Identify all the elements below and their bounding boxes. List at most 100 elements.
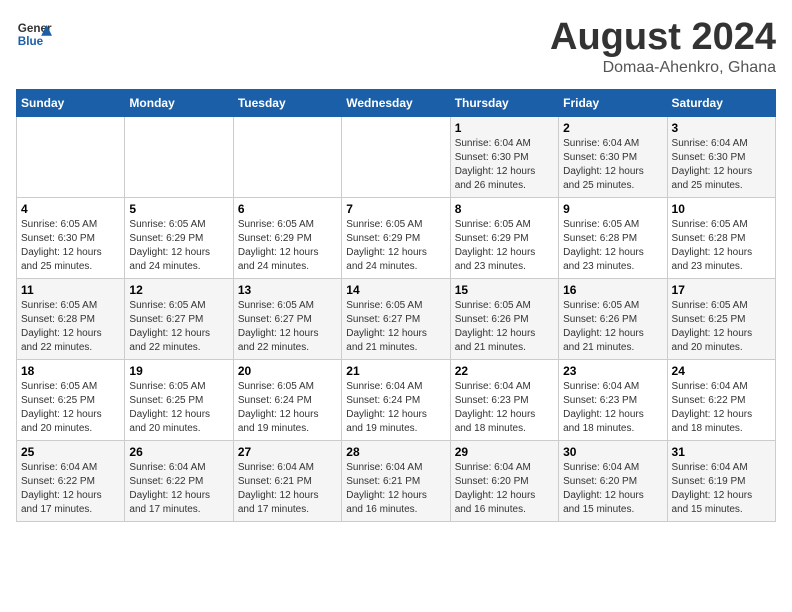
calendar-table: SundayMondayTuesdayWednesdayThursdayFrid…: [16, 89, 776, 522]
calendar-cell: 8 Sunrise: 6:05 AMSunset: 6:29 PMDaylight…: [450, 198, 558, 279]
day-number: 29: [455, 445, 554, 459]
calendar-cell: 13 Sunrise: 6:05 AMSunset: 6:27 PMDayligh…: [233, 279, 341, 360]
weekday-header-sunday: Sunday: [17, 90, 125, 117]
day-number: 12: [129, 283, 228, 297]
calendar-cell: 31 Sunrise: 6:04 AMSunset: 6:19 PMDayligh…: [667, 441, 775, 522]
day-info: Sunrise: 6:04 AMSunset: 6:30 PMDaylight:…: [672, 137, 771, 193]
location-title: Domaa-Ahenkro, Ghana: [550, 59, 776, 77]
day-number: 28: [346, 445, 445, 459]
calendar-cell: 2Sunrise: 6:04 AMSunset: 6:30 PMDaylight…: [559, 117, 667, 198]
calendar-cell: 26Sunrise: 6:04 AMSunset: 6:22 PMDayligh…: [125, 441, 233, 522]
calendar-cell: 18 Sunrise: 6:05 AMSunset: 6:25 PMDayligh…: [17, 360, 125, 441]
week-row-3: 11 Sunrise: 6:05 AMSunset: 6:28 PMDayligh…: [17, 279, 776, 360]
calendar-cell: 9 Sunrise: 6:05 AMSunset: 6:28 PMDaylight…: [559, 198, 667, 279]
calendar-cell: 22 Sunrise: 6:04 AMSunset: 6:23 PMDayligh…: [450, 360, 558, 441]
title-block: August 2024 Domaa-Ahenkro, Ghana: [550, 16, 776, 77]
day-number: 18: [21, 364, 120, 378]
day-info: Sunrise: 6:05 AMSunset: 6:29 PMDaylight:…: [346, 218, 445, 274]
calendar-cell: 27 Sunrise: 6:04 AMSunset: 6:21 PMDayligh…: [233, 441, 341, 522]
weekday-header-wednesday: Wednesday: [342, 90, 450, 117]
week-row-2: 4 Sunrise: 6:05 AMSunset: 6:30 PMDaylight…: [17, 198, 776, 279]
calendar-cell: 28Sunrise: 6:04 AMSunset: 6:21 PMDayligh…: [342, 441, 450, 522]
calendar-cell: [17, 117, 125, 198]
calendar-cell: 7 Sunrise: 6:05 AMSunset: 6:29 PMDaylight…: [342, 198, 450, 279]
day-info: Sunrise: 6:05 AMSunset: 6:30 PMDaylight:…: [21, 218, 120, 274]
day-info: Sunrise: 6:05 AMSunset: 6:28 PMDaylight:…: [563, 218, 662, 274]
day-info: Sunrise: 6:04 AMSunset: 6:20 PMDaylight:…: [563, 461, 662, 517]
day-info: Sunrise: 6:05 AMSunset: 6:28 PMDaylight:…: [21, 299, 120, 355]
calendar-cell: 3 Sunrise: 6:04 AMSunset: 6:30 PMDaylight…: [667, 117, 775, 198]
day-info: Sunrise: 6:05 AMSunset: 6:27 PMDaylight:…: [238, 299, 337, 355]
day-number: 22: [455, 364, 554, 378]
calendar-cell: 25Sunrise: 6:04 AMSunset: 6:22 PMDayligh…: [17, 441, 125, 522]
calendar-cell: 1 Sunrise: 6:04 AMSunset: 6:30 PMDaylight…: [450, 117, 558, 198]
day-info: Sunrise: 6:05 AMSunset: 6:29 PMDaylight:…: [238, 218, 337, 274]
day-info: Sunrise: 6:05 AMSunset: 6:27 PMDaylight:…: [346, 299, 445, 355]
weekday-header-tuesday: Tuesday: [233, 90, 341, 117]
calendar-cell: 16Sunrise: 6:05 AMSunset: 6:26 PMDayligh…: [559, 279, 667, 360]
day-info: Sunrise: 6:04 AMSunset: 6:21 PMDaylight:…: [238, 461, 337, 517]
day-info: Sunrise: 6:05 AMSunset: 6:25 PMDaylight:…: [129, 380, 228, 436]
weekday-header-friday: Friday: [559, 90, 667, 117]
day-number: 10: [672, 202, 771, 216]
day-number: 31: [672, 445, 771, 459]
day-number: 9: [563, 202, 662, 216]
page-header: General Blue August 2024 Domaa-Ahenkro, …: [16, 16, 776, 77]
day-number: 3: [672, 121, 771, 135]
day-info: Sunrise: 6:05 AMSunset: 6:25 PMDaylight:…: [672, 299, 771, 355]
calendar-cell: 20 Sunrise: 6:05 AMSunset: 6:24 PMDayligh…: [233, 360, 341, 441]
day-info: Sunrise: 6:04 AMSunset: 6:22 PMDaylight:…: [672, 380, 771, 436]
day-number: 16: [563, 283, 662, 297]
week-row-1: 1 Sunrise: 6:04 AMSunset: 6:30 PMDaylight…: [17, 117, 776, 198]
calendar-cell: 21Sunrise: 6:04 AMSunset: 6:24 PMDayligh…: [342, 360, 450, 441]
day-number: 15: [455, 283, 554, 297]
day-number: 6: [238, 202, 337, 216]
day-number: 4: [21, 202, 120, 216]
calendar-cell: [125, 117, 233, 198]
calendar-cell: 10 Sunrise: 6:05 AMSunset: 6:28 PMDayligh…: [667, 198, 775, 279]
day-info: Sunrise: 6:04 AMSunset: 6:30 PMDaylight:…: [455, 137, 554, 193]
calendar-cell: 29 Sunrise: 6:04 AMSunset: 6:20 PMDayligh…: [450, 441, 558, 522]
day-number: 2: [563, 121, 662, 135]
weekday-header-monday: Monday: [125, 90, 233, 117]
logo: General Blue: [16, 16, 52, 52]
day-info: Sunrise: 6:05 AMSunset: 6:28 PMDaylight:…: [672, 218, 771, 274]
calendar-cell: 6 Sunrise: 6:05 AMSunset: 6:29 PMDaylight…: [233, 198, 341, 279]
day-number: 8: [455, 202, 554, 216]
day-number: 20: [238, 364, 337, 378]
day-number: 23: [563, 364, 662, 378]
day-number: 26: [129, 445, 228, 459]
day-info: Sunrise: 6:04 AMSunset: 6:22 PMDaylight:…: [21, 461, 120, 517]
day-number: 5: [129, 202, 228, 216]
day-info: Sunrise: 6:05 AMSunset: 6:25 PMDaylight:…: [21, 380, 120, 436]
day-info: Sunrise: 6:05 AMSunset: 6:26 PMDaylight:…: [455, 299, 554, 355]
day-number: 21: [346, 364, 445, 378]
day-number: 24: [672, 364, 771, 378]
logo-icon: General Blue: [16, 16, 52, 52]
calendar-cell: 15 Sunrise: 6:05 AMSunset: 6:26 PMDayligh…: [450, 279, 558, 360]
day-info: Sunrise: 6:05 AMSunset: 6:29 PMDaylight:…: [455, 218, 554, 274]
day-number: 11: [21, 283, 120, 297]
weekday-header-saturday: Saturday: [667, 90, 775, 117]
week-row-4: 18 Sunrise: 6:05 AMSunset: 6:25 PMDayligh…: [17, 360, 776, 441]
calendar-cell: 23Sunrise: 6:04 AMSunset: 6:23 PMDayligh…: [559, 360, 667, 441]
day-number: 27: [238, 445, 337, 459]
calendar-cell: 5Sunrise: 6:05 AMSunset: 6:29 PMDaylight…: [125, 198, 233, 279]
weekday-header-row: SundayMondayTuesdayWednesdayThursdayFrid…: [17, 90, 776, 117]
day-info: Sunrise: 6:05 AMSunset: 6:27 PMDaylight:…: [129, 299, 228, 355]
day-number: 1: [455, 121, 554, 135]
day-number: 13: [238, 283, 337, 297]
day-number: 17: [672, 283, 771, 297]
day-number: 30: [563, 445, 662, 459]
month-title: August 2024: [550, 16, 776, 59]
calendar-cell: 4 Sunrise: 6:05 AMSunset: 6:30 PMDaylight…: [17, 198, 125, 279]
calendar-cell: 19Sunrise: 6:05 AMSunset: 6:25 PMDayligh…: [125, 360, 233, 441]
calendar-cell: 24 Sunrise: 6:04 AMSunset: 6:22 PMDayligh…: [667, 360, 775, 441]
day-info: Sunrise: 6:04 AMSunset: 6:19 PMDaylight:…: [672, 461, 771, 517]
day-info: Sunrise: 6:05 AMSunset: 6:24 PMDaylight:…: [238, 380, 337, 436]
day-info: Sunrise: 6:04 AMSunset: 6:23 PMDaylight:…: [455, 380, 554, 436]
calendar-cell: 17 Sunrise: 6:05 AMSunset: 6:25 PMDayligh…: [667, 279, 775, 360]
calendar-cell: 14Sunrise: 6:05 AMSunset: 6:27 PMDayligh…: [342, 279, 450, 360]
day-info: Sunrise: 6:04 AMSunset: 6:20 PMDaylight:…: [455, 461, 554, 517]
day-number: 7: [346, 202, 445, 216]
